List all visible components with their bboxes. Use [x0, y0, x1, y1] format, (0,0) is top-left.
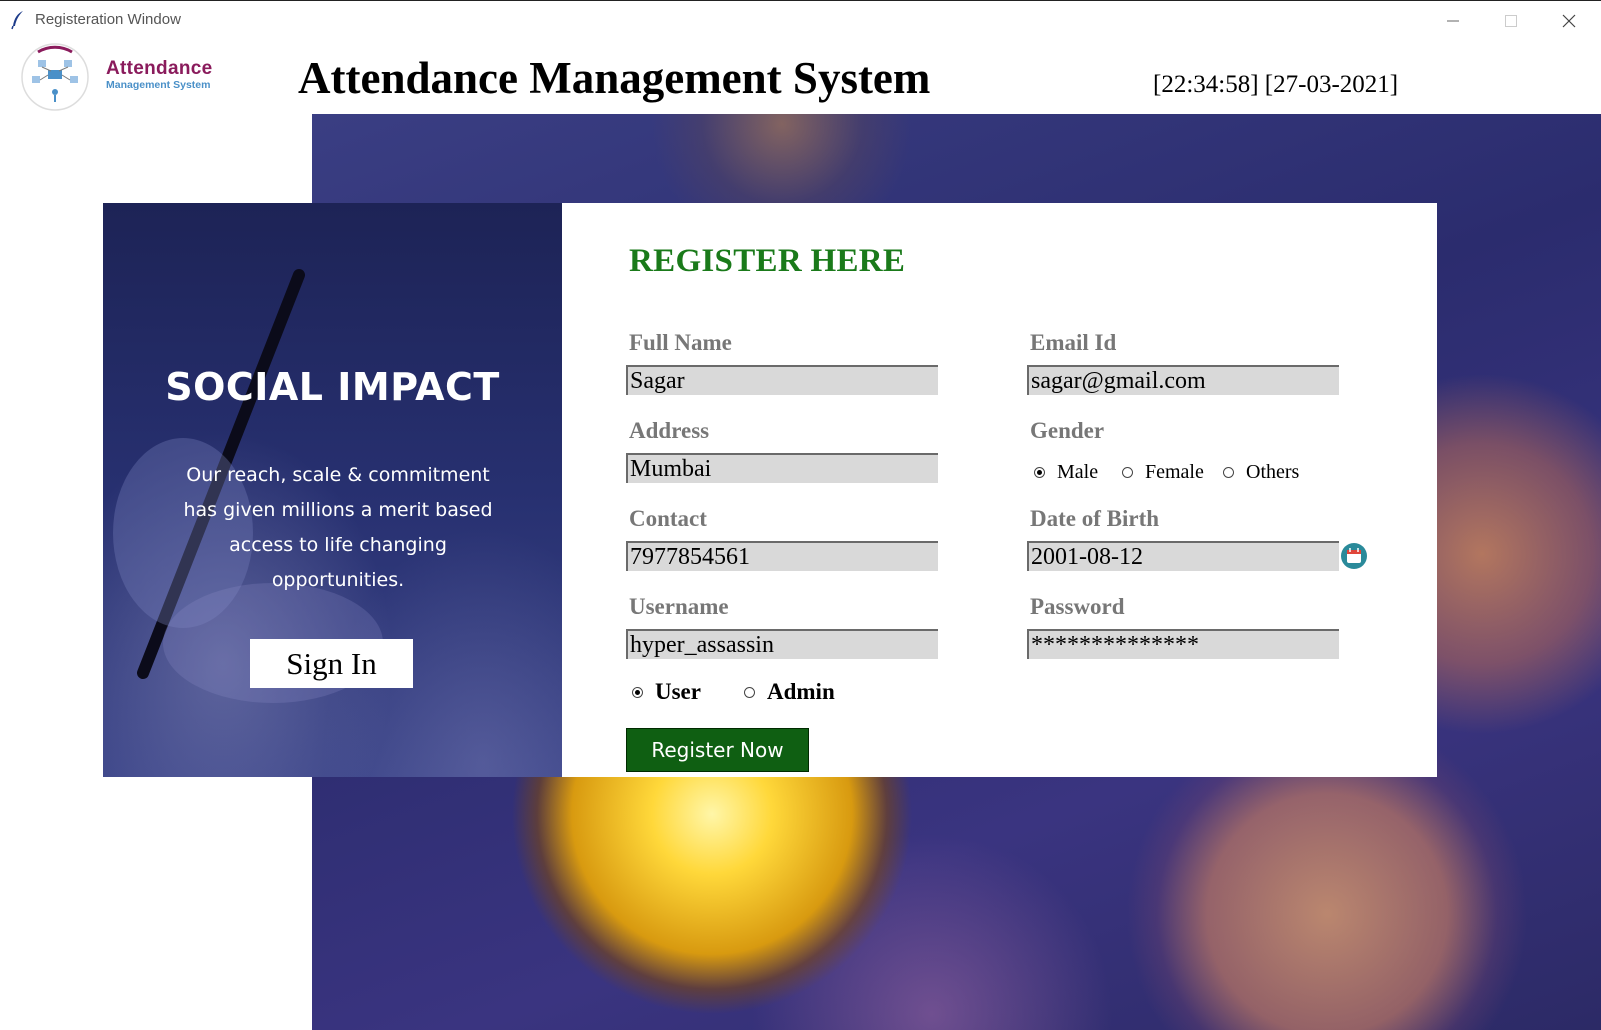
radio-unchecked-icon	[1223, 467, 1234, 478]
social-impact-title: SOCIAL IMPACT	[165, 365, 500, 409]
window-titlebar: Registeration Window	[0, 0, 1601, 41]
password-label: Password	[1030, 594, 1125, 619]
radio-checked-icon	[1034, 467, 1045, 478]
username-label: Username	[629, 594, 729, 619]
username-input[interactable]	[626, 629, 938, 659]
register-title: REGISTER HERE	[629, 243, 906, 279]
full-name-label: Full Name	[629, 330, 732, 355]
radio-unchecked-icon	[1122, 467, 1133, 478]
address-input[interactable]	[626, 453, 938, 483]
gender-label: Gender	[1030, 418, 1105, 443]
logo-subtitle: Management System	[106, 79, 211, 91]
register-now-button[interactable]: Register Now	[626, 728, 809, 772]
address-label: Address	[629, 418, 710, 443]
minimize-button[interactable]	[1424, 1, 1482, 41]
email-label: Email Id	[1030, 330, 1117, 355]
radio-unchecked-icon	[744, 686, 755, 698]
radio-checked-icon	[632, 686, 643, 698]
close-button[interactable]	[1540, 1, 1598, 41]
email-input[interactable]	[1027, 365, 1339, 395]
gender-radio-female[interactable]: Female	[1122, 461, 1204, 484]
role-radio-user[interactable]: User	[632, 679, 701, 705]
role-option-label: User	[655, 679, 701, 704]
maximize-button[interactable]	[1482, 1, 1540, 41]
role-radio-admin[interactable]: Admin	[744, 679, 835, 705]
role-option-label: Admin	[767, 679, 835, 704]
gender-option-label: Female	[1145, 461, 1204, 483]
sign-in-button[interactable]: Sign In	[250, 639, 413, 688]
logo-title: Attendance	[106, 58, 213, 79]
clock-display: [22:34:58] [27-03-2021]	[1153, 71, 1399, 98]
registration-form: REGISTER HERE Full Name Email Id Address…	[562, 203, 1437, 777]
dob-input[interactable]	[1027, 541, 1339, 571]
dob-label: Date of Birth	[1030, 506, 1160, 531]
password-input[interactable]	[1027, 629, 1339, 659]
full-name-input[interactable]	[626, 365, 938, 395]
gender-option-label: Others	[1246, 461, 1300, 483]
gender-option-label: Male	[1057, 461, 1099, 483]
minimize-icon	[1447, 20, 1459, 22]
contact-input[interactable]	[626, 541, 938, 571]
calendar-icon[interactable]	[1340, 542, 1368, 570]
gender-radio-male[interactable]: Male	[1034, 461, 1098, 484]
maximize-icon	[1505, 15, 1517, 27]
close-icon	[1562, 14, 1576, 28]
social-impact-panel: SOCIAL IMPACT Our reach, scale & commitm…	[103, 203, 562, 777]
contact-label: Contact	[629, 506, 707, 531]
social-impact-description: Our reach, scale & commitment has given …	[183, 464, 493, 591]
window-title: Registeration Window	[35, 11, 181, 28]
app-logo	[21, 43, 89, 111]
gender-radio-others[interactable]: Others	[1223, 461, 1299, 484]
feather-icon	[11, 11, 23, 30]
page-title: Attendance Management System	[298, 53, 931, 103]
